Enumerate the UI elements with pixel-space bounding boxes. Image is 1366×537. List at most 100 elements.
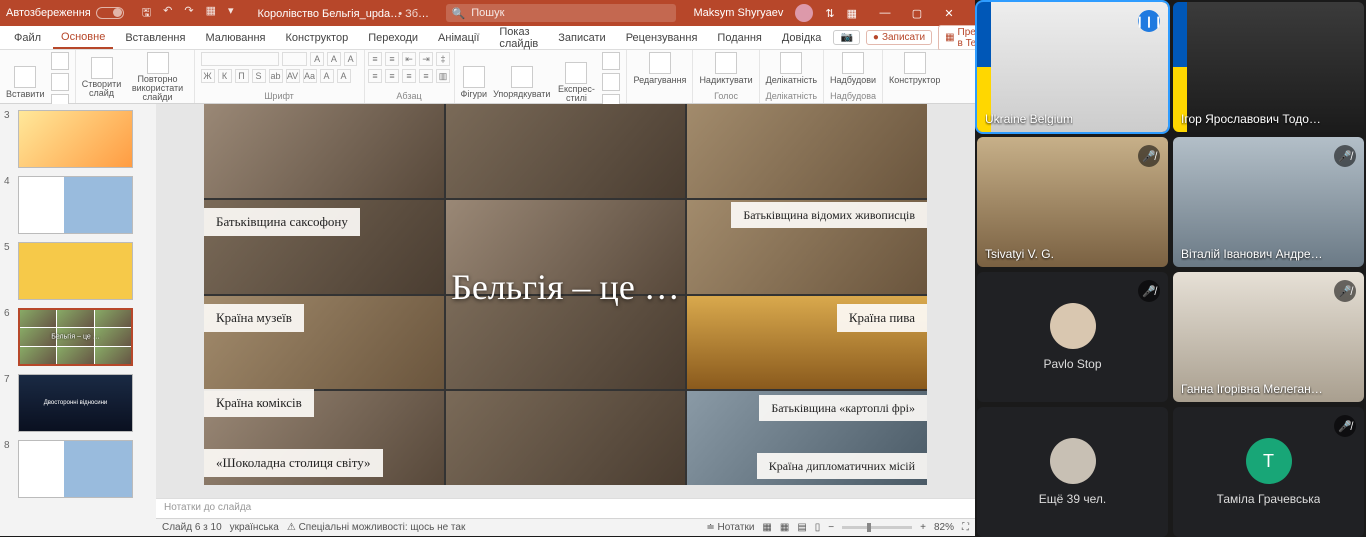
group-designer: Конструктор [883,50,946,103]
label-saxophone: Батьківщина саксофону [204,208,360,236]
avatar-icon[interactable] [795,4,813,22]
bullets-button[interactable]: ≡ [368,52,382,66]
grow-font-button[interactable]: A [310,52,324,66]
copy-button[interactable] [51,73,69,91]
search-input[interactable]: 🔍 Пошук [446,4,676,22]
reuse-slides-button[interactable]: Повторно використати слайди [128,52,188,102]
tab-slideshow[interactable]: Показ слайдів [491,22,546,54]
zoom-out-button[interactable]: − [828,522,834,533]
fit-button[interactable]: ⛶ [962,522,969,533]
participant-tile[interactable]: 🎤̸ Pavlo Stop [977,272,1168,402]
thumbnail-panel[interactable]: 3 4 5 6Бельгія – це … 7Двосторонні відно… [0,104,156,536]
tab-help[interactable]: Довідка [774,28,830,48]
spacing-button[interactable]: AV [286,69,300,83]
more-icon[interactable]: ▾ [228,4,234,23]
tab-transitions[interactable]: Переходи [360,28,426,48]
sensitivity-button[interactable]: Делікатність [766,52,817,85]
app-icon[interactable]: ▦ [847,7,857,20]
camera-button[interactable]: 📷 [833,30,859,45]
maximize-button[interactable]: ▢ [901,7,933,20]
sync-icon[interactable]: ⇅ [825,7,834,20]
user-name[interactable]: Maksym Shyryaev [694,7,784,19]
participant-name: Ігор Ярославович Тодо… [1181,112,1321,126]
clear-format-button[interactable]: A [344,52,358,66]
numbering-button[interactable]: ≡ [385,52,399,66]
tab-record[interactable]: Записати [550,28,613,48]
slide-thumb-3[interactable] [18,110,133,168]
slide-canvas[interactable]: Батьківщина саксофону Батьківщина відоми… [156,104,975,498]
tab-home[interactable]: Основне [53,27,113,49]
bold-button[interactable]: Ж [201,69,215,83]
paste-button[interactable]: Вставити [6,66,45,99]
arrange-button[interactable]: Упорядкувати [493,66,550,99]
record-button[interactable]: ● Записати [866,30,932,45]
tab-file[interactable]: Файл [6,28,49,48]
slide-thumb-8[interactable] [18,440,133,498]
zoom-level[interactable]: 82% [934,522,954,533]
new-slide-button[interactable]: Створити слайд [82,57,122,98]
slideshow-view-button[interactable]: ▯ [815,522,821,533]
redo-icon[interactable]: ↷ [184,4,193,23]
participant-tile[interactable]: 🎤̸ Tsivatyi V. G. [977,137,1168,267]
tab-design[interactable]: Конструктор [277,28,356,48]
strike-button[interactable]: S [252,69,266,83]
tab-send[interactable]: Подання [709,28,769,48]
minimize-button[interactable]: — [869,7,901,20]
close-button[interactable]: ✕ [933,7,965,20]
indent-inc-button[interactable]: ⇥ [419,52,433,66]
language-button[interactable]: українська [230,522,279,533]
zoom-slider[interactable] [842,526,912,529]
quick-styles-button[interactable]: Експрес-стилі [556,62,596,103]
font-color-button[interactable]: A [337,69,351,83]
participant-tile[interactable]: 🎤̸ Ганна Ігорівна Мелеган… [1173,272,1364,402]
underline-button[interactable]: П [235,69,249,83]
slide-thumb-6[interactable]: Бельгія – це … [18,308,133,366]
participant-tile[interactable]: 🎤̸ Віталій Іванович Андре… [1173,137,1364,267]
more-participants-tile[interactable]: Ещё 39 чел. [977,407,1168,537]
zoom-in-button[interactable]: + [920,522,926,533]
shrink-font-button[interactable]: A [327,52,341,66]
slide-thumb-4[interactable] [18,176,133,234]
font-size-select[interactable] [282,52,307,66]
font-family-select[interactable] [201,52,279,66]
accessibility-button[interactable]: ⚠ Спеціальні можливості: щось не так [287,522,466,533]
autosave-toggle[interactable]: Автозбереження [0,7,130,19]
notes-button[interactable]: ≐ Нотатки [706,522,754,533]
document-title[interactable]: Королівство Бельгія_upda… • Збережено у … [246,7,446,20]
tab-draw[interactable]: Малювання [197,28,273,48]
tab-animations[interactable]: Анімації [430,28,487,48]
highlight-button[interactable]: A [320,69,334,83]
undo-icon[interactable]: ↶ [163,4,172,23]
justify-button[interactable]: ≡ [419,69,433,83]
indent-dec-button[interactable]: ⇤ [402,52,416,66]
align-left-button[interactable]: ≡ [368,69,382,83]
italic-button[interactable]: К [218,69,232,83]
case-button[interactable]: Aa [303,69,317,83]
participant-tile[interactable]: ❙❙❙ Ukraine Belgium [977,2,1168,132]
participant-tile[interactable]: Ігор Ярославович Тодо… [1173,2,1364,132]
dictate-button[interactable]: Надиктувати [699,52,752,85]
notes-pane[interactable]: Нотатки до слайда [156,498,975,518]
tab-insert[interactable]: Вставлення [117,28,193,48]
cut-button[interactable] [51,52,69,70]
participant-tile[interactable]: 🎤̸ Т Таміла Грачевська [1173,407,1364,537]
designer-button[interactable]: Конструктор [889,52,940,85]
shape-outline-button[interactable] [602,73,620,91]
tab-review[interactable]: Рецензування [618,28,706,48]
align-center-button[interactable]: ≡ [385,69,399,83]
shadow-button[interactable]: ab [269,69,283,83]
reading-view-button[interactable]: ▤ [797,522,806,533]
addins-button[interactable]: Надбудови [830,52,876,85]
slideshow-icon[interactable]: ▦ [206,4,216,23]
slide-thumb-5[interactable] [18,242,133,300]
align-right-button[interactable]: ≡ [402,69,416,83]
sorter-view-button[interactable]: ▦ [780,522,789,533]
shapes-button[interactable]: Фігури [461,66,488,99]
columns-button[interactable]: ▥ [436,69,450,83]
line-spacing-button[interactable]: ‡ [436,52,450,66]
editing-button[interactable]: Редагування [633,52,686,85]
save-icon[interactable]: 🖫 [142,4,151,23]
shape-fill-button[interactable] [602,52,620,70]
slide-thumb-7[interactable]: Двосторонні відносини [18,374,133,432]
normal-view-button[interactable]: ▦ [762,522,771,533]
